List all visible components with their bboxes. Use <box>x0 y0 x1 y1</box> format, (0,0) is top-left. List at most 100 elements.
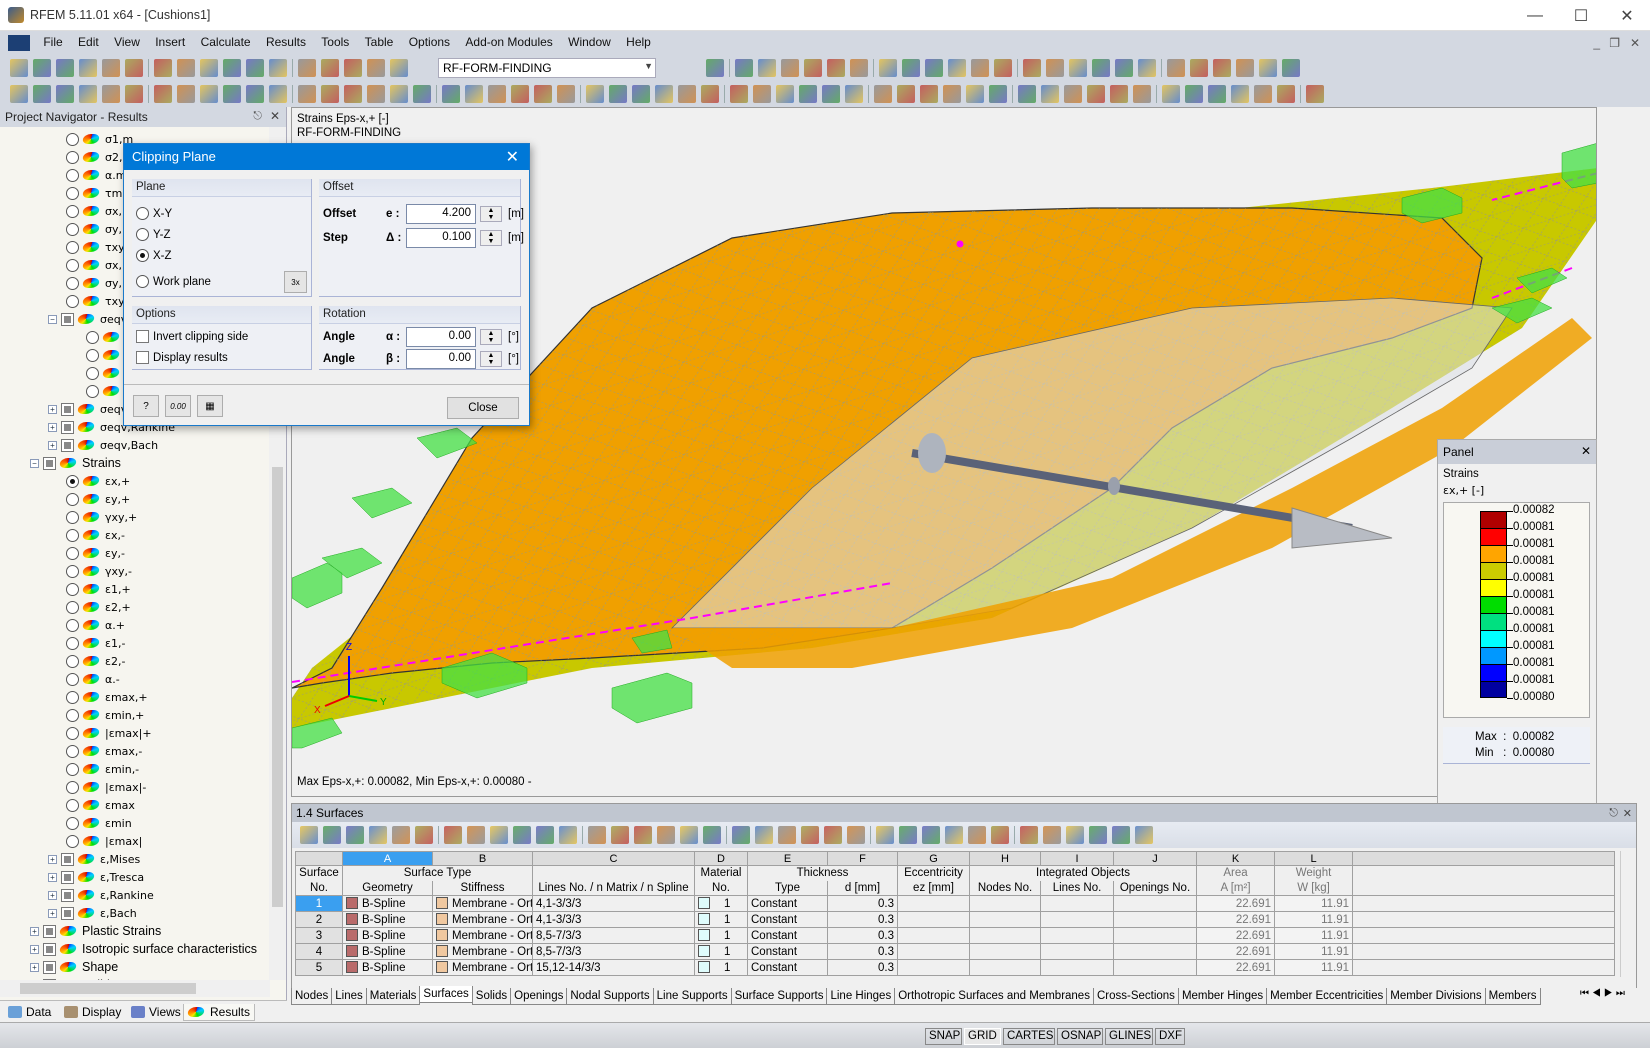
cell-no[interactable]: 4 <box>295 943 343 960</box>
table-tab-nodal-supports[interactable]: Nodal Supports <box>566 988 654 1005</box>
toolbar-button-icon[interactable] <box>557 85 575 103</box>
cell-lines[interactable]: 15,12-14/3/3 <box>532 959 695 976</box>
tree-item[interactable]: + Plastic Strains <box>30 922 161 940</box>
expand-icon[interactable]: + <box>48 440 57 450</box>
tree-item[interactable]: εmin <box>66 814 132 832</box>
toolbar-button-icon[interactable] <box>56 85 74 103</box>
toolbar-button-icon[interactable] <box>845 85 863 103</box>
toolbar-button-icon[interactable] <box>465 85 483 103</box>
tree-item[interactable]: |εmax|- <box>66 778 146 796</box>
table-tab-nodes[interactable]: Nodes <box>291 988 333 1005</box>
table-toolbar-button-icon[interactable] <box>824 826 842 844</box>
cell-type[interactable]: Constant <box>747 911 828 928</box>
table-toolbar-button-icon[interactable] <box>369 826 387 844</box>
cell-lines[interactable]: 8,5-7/3/3 <box>532 943 695 960</box>
checkbox[interactable] <box>61 420 74 434</box>
toolbar-button-icon[interactable] <box>344 85 362 103</box>
cell-d[interactable]: 0.3 <box>827 895 898 912</box>
cell-material[interactable]: 1 <box>694 895 748 912</box>
cell-openings[interactable] <box>1113 927 1197 944</box>
scroll-thumb[interactable] <box>20 983 196 994</box>
radio-button[interactable] <box>66 600 79 614</box>
cell-area[interactable]: 22.691 <box>1196 911 1275 928</box>
table-toolbar-button-icon[interactable] <box>732 826 750 844</box>
cell-weight[interactable]: 11.91 <box>1274 927 1353 944</box>
cell-int-lines[interactable] <box>1040 895 1114 912</box>
toolbar-button-icon[interactable] <box>200 59 218 77</box>
menu-addon-modules[interactable]: Add-on Modules <box>459 31 558 49</box>
column-letter[interactable]: B <box>432 851 533 866</box>
toolbar-button-icon[interactable] <box>758 59 776 77</box>
cell-area[interactable]: 22.691 <box>1196 927 1275 944</box>
cell-lines[interactable]: 4,1-3/3/3 <box>532 895 695 912</box>
toolbar-button-icon[interactable] <box>753 85 771 103</box>
table-row[interactable]: 5 B-Spline Membrane - Orth 15,12-14/3/3 1 Con… <box>295 959 1615 976</box>
expand-icon[interactable]: + <box>48 422 57 432</box>
checkbox[interactable] <box>61 906 74 920</box>
pin-icon[interactable]: ⎋ <box>1609 807 1618 820</box>
cell-nodes[interactable] <box>969 959 1041 976</box>
radio-button[interactable] <box>66 672 79 686</box>
table-toolbar-button-icon[interactable] <box>778 826 796 844</box>
column-letter[interactable]: J <box>1113 851 1197 866</box>
cell-openings[interactable] <box>1113 911 1197 928</box>
table-toolbar-button-icon[interactable] <box>300 826 318 844</box>
toolbar-button-icon[interactable] <box>102 59 120 77</box>
toolbar-button-icon[interactable] <box>850 59 868 77</box>
menu-file[interactable]: File <box>37 31 68 49</box>
beta-spinner[interactable]: ▲ ▼ <box>480 351 502 367</box>
toolbar-button-icon[interactable] <box>1185 85 1203 103</box>
cell-stiffness[interactable]: Membrane - Orth <box>432 959 533 976</box>
table-toolbar-button-icon[interactable] <box>1066 826 1084 844</box>
cell-material[interactable]: 1 <box>694 911 748 928</box>
cell-type[interactable]: Constant <box>747 895 828 912</box>
cell-no[interactable]: 2 <box>295 911 343 928</box>
cell-nodes[interactable] <box>969 911 1041 928</box>
checkbox[interactable] <box>61 888 74 902</box>
invert-clipping-checkbox[interactable]: Invert clipping side <box>136 330 248 343</box>
toggle-snap[interactable]: SNAP <box>925 1028 962 1045</box>
tab-navigation[interactable]: ⏮◀▶⏭ <box>1580 988 1628 999</box>
cell-geometry[interactable]: B-Spline <box>342 927 433 944</box>
column-letter[interactable]: I <box>1040 851 1114 866</box>
table-toolbar-button-icon[interactable] <box>847 826 865 844</box>
table-tab-orthotropic-surfaces-and-membranes[interactable]: Orthotropic Surfaces and Membranes <box>894 988 1094 1005</box>
toolbar-button-icon[interactable] <box>298 59 316 77</box>
tree-item[interactable]: εmax <box>66 796 135 814</box>
menu-calculate[interactable]: Calculate <box>195 31 257 49</box>
radio-button[interactable] <box>66 762 79 776</box>
toolbar-button-icon[interactable] <box>534 85 552 103</box>
cell-weight[interactable]: 11.91 <box>1274 895 1353 912</box>
tree-item[interactable]: + ε,Tresca <box>48 868 144 886</box>
toolbar-button-icon[interactable] <box>822 85 840 103</box>
toolbar-button-icon[interactable] <box>246 59 264 77</box>
radio-button[interactable] <box>66 528 79 542</box>
toolbar-button-icon[interactable] <box>966 85 984 103</box>
close-icon[interactable]: ✕ <box>270 109 280 123</box>
toolbar-button-icon[interactable] <box>1115 59 1133 77</box>
tree-item[interactable]: + σeqv,Bach <box>48 436 158 454</box>
cell-type[interactable]: Constant <box>747 927 828 944</box>
toolbar-button-icon[interactable] <box>897 85 915 103</box>
checkbox[interactable] <box>61 402 74 416</box>
toolbar-button-icon[interactable] <box>367 59 385 77</box>
column-letter[interactable]: A <box>342 851 433 866</box>
toolbar-button-icon[interactable] <box>971 59 989 77</box>
tree-item[interactable]: + Shape <box>30 958 118 976</box>
cell-nodes[interactable] <box>969 927 1041 944</box>
cell-nodes[interactable] <box>969 895 1041 912</box>
table-toolbar-button-icon[interactable] <box>968 826 986 844</box>
toolbar-button-icon[interactable] <box>1190 59 1208 77</box>
cell-no[interactable]: 1 <box>295 895 343 912</box>
toolbar-button-icon[interactable] <box>269 59 287 77</box>
toolbar-button-icon[interactable] <box>246 85 264 103</box>
radio-button[interactable] <box>66 744 79 758</box>
radio-button[interactable] <box>66 474 79 488</box>
toolbar-button-icon[interactable] <box>1110 85 1128 103</box>
toolbar-button-icon[interactable] <box>442 85 460 103</box>
expand-icon[interactable]: + <box>30 944 39 954</box>
table-toolbar-button-icon[interactable] <box>1043 826 1061 844</box>
cell-no[interactable]: 5 <box>295 959 343 976</box>
toolbar-button-icon[interactable] <box>33 85 51 103</box>
table-toolbar-button-icon[interactable] <box>876 826 894 844</box>
